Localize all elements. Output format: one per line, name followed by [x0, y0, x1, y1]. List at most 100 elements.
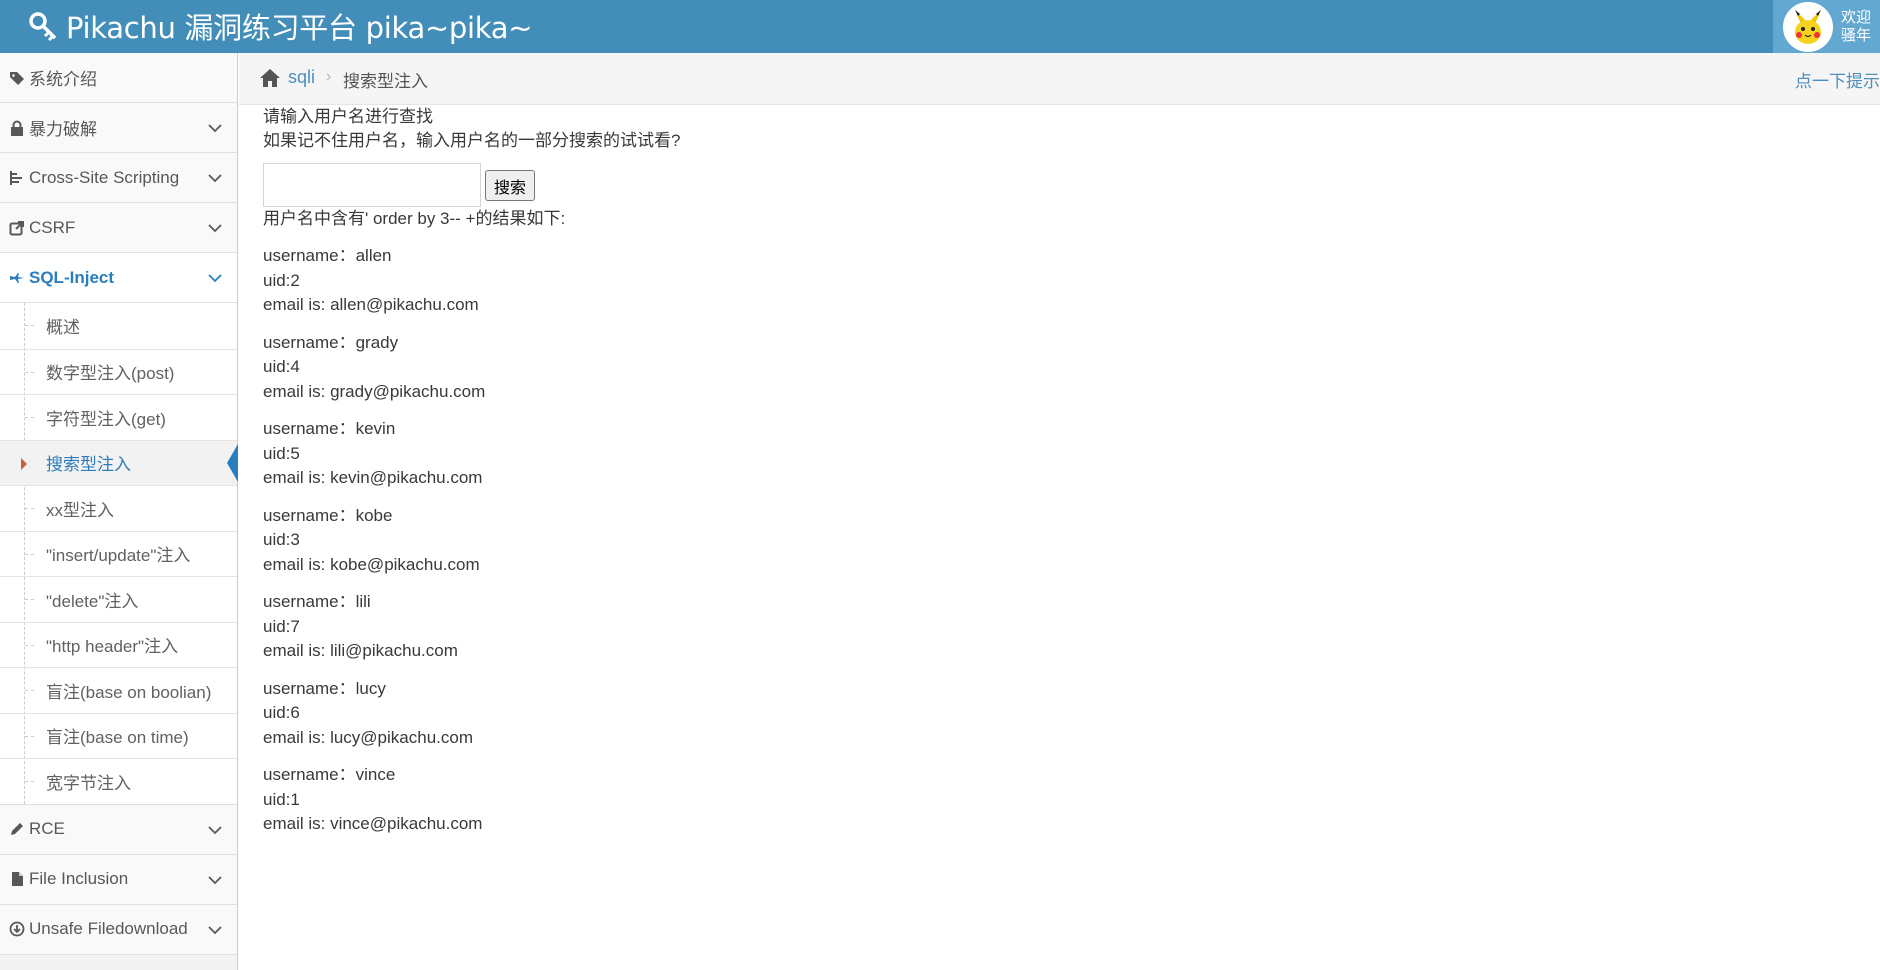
top-navbar: Pikachu 漏洞练习平台 pika~pika~ 欢迎 骚年 — [0, 0, 1880, 53]
avatar — [1783, 1, 1833, 52]
chevron-down-icon — [208, 274, 222, 283]
record-email: email is: kevin@pikachu.com — [263, 468, 483, 487]
search-form: 搜索 — [263, 163, 1863, 207]
submenu-item-search[interactable]: 搜索型注入 — [0, 439, 238, 485]
submenu-item-label: 数字型注入(post) — [46, 364, 175, 384]
prompt-text-2: 如果记不住用户名，输入用户名的一部分搜索的试试看? — [263, 131, 681, 150]
breadcrumb-link-sqli[interactable]: sqli — [288, 67, 315, 88]
record-uid: uid:1 — [263, 789, 300, 809]
sidebar-item-label: 暴力破解 — [29, 120, 97, 139]
submenu-item-label: "delete"注入 — [46, 591, 139, 611]
chevron-down-icon — [208, 925, 222, 934]
result-record: username：lucy uid:6 email is: lucy@pikac… — [263, 677, 1863, 751]
record-uid: uid:2 — [263, 270, 300, 290]
record-email: email is: allen@pikachu.com — [263, 295, 479, 314]
sidebar-item-label: CSRF — [29, 217, 76, 237]
home-icon[interactable] — [259, 68, 281, 88]
pikachu-avatar-icon — [1785, 3, 1831, 50]
submenu-item-http-header[interactable]: "http header"注入 — [0, 621, 237, 668]
record-email: email is: vince@pikachu.com — [263, 814, 483, 833]
record-username: username：allen — [263, 246, 392, 265]
submenu-item-xx[interactable]: xx型注入 — [0, 485, 237, 531]
sidebar-item-label: Cross-Site Scripting — [29, 167, 180, 187]
sidebar-item-rce[interactable]: RCE — [0, 804, 237, 855]
record-uid: uid:3 — [263, 530, 300, 549]
sidebar-item-intro[interactable]: 系统介绍 — [0, 53, 237, 103]
sidebar-item-label: Unsafe Filedownload — [29, 919, 188, 938]
result-record: username：lili uid:7 email is: lili@pikac… — [263, 590, 1863, 664]
submenu-item-label: xx型注入 — [46, 500, 114, 520]
main-content: 请输入用户名进行查找 如果记不住用户名，输入用户名的一部分搜索的试试看? 搜索 … — [263, 105, 1863, 837]
download-icon — [9, 921, 25, 937]
brand-title: Pikachu 漏洞练习平台 pika~pika~ — [66, 11, 533, 45]
search-button[interactable]: 搜索 — [485, 170, 536, 201]
result-record: username：kevin uid:5 email is: kevin@pik… — [263, 417, 1863, 491]
search-input[interactable] — [263, 163, 481, 207]
record-username: username：vince — [263, 765, 396, 784]
caret-right-icon — [21, 457, 27, 470]
record-email: email is: kobe@pikachu.com — [263, 554, 480, 574]
username-text: 骚年 — [1841, 26, 1872, 44]
submenu-item-numeric-post[interactable]: 数字型注入(post) — [0, 348, 237, 395]
sidebar-item-file-inclusion[interactable]: File Inclusion — [0, 854, 237, 905]
active-pointer-icon — [227, 443, 238, 482]
record-uid: uid:4 — [263, 357, 300, 376]
sidebar-item-label: 系统介绍 — [29, 70, 97, 89]
sidebar-item-label: RCE — [29, 819, 65, 838]
sidebar: 系统介绍 暴力破解 Cross-Site Scripting CSRF SQL-… — [0, 53, 238, 970]
hint-link[interactable]: 点一下提示~ — [1795, 67, 1880, 92]
record-username: username：kevin — [263, 419, 396, 438]
submenu-item-label: 宽字节注入 — [46, 773, 131, 793]
submenu-item-label: "http header"注入 — [46, 637, 179, 657]
lock-icon — [11, 120, 23, 136]
chevron-down-icon — [208, 124, 222, 133]
sidebar-item-label: SQL-Inject — [29, 267, 115, 287]
sidebar-item-brute-force[interactable]: 暴力破解 — [0, 103, 237, 153]
submenu-item-label: 概述 — [46, 318, 80, 338]
submenu-item-wide-byte[interactable]: 宽字节注入 — [0, 758, 237, 804]
breadcrumb-separator-icon: › — [326, 68, 332, 85]
submenu-item-string-get[interactable]: 字符型注入(get) — [0, 394, 237, 440]
submenu-item-label: 搜索型注入 — [46, 455, 131, 475]
welcome-text: 欢迎 — [1841, 8, 1872, 26]
submenu-item-label: "insert/update"注入 — [46, 546, 191, 566]
submenu-item-insert-update[interactable]: "insert/update"注入 — [0, 530, 237, 577]
share-icon — [9, 220, 24, 235]
pencil-icon — [11, 823, 23, 835]
tags-icon — [10, 71, 24, 85]
record-username: username：kobe — [263, 505, 393, 525]
record-uid: uid:7 — [263, 616, 300, 636]
record-email: email is: lili@pikachu.com — [263, 641, 458, 660]
fighter-jet-icon — [10, 272, 24, 283]
record-uid: uid:5 — [263, 443, 300, 463]
list-tree-icon — [10, 170, 22, 185]
record-email: email is: lucy@pikachu.com — [263, 727, 473, 747]
chevron-down-icon — [208, 174, 222, 183]
sidebar-item-unsafe-filedownload[interactable]: Unsafe Filedownload — [0, 904, 237, 955]
result-record: username：kobe uid:3 email is: kobe@pikac… — [263, 504, 1863, 578]
result-record: username：grady uid:4 email is: grady@pik… — [263, 331, 1863, 405]
breadcrumb-current: 搜索型注入 — [343, 72, 428, 91]
submenu-item-label: 盲注(base on boolian) — [46, 682, 212, 702]
record-uid: uid:6 — [263, 703, 300, 722]
user-menu[interactable]: 欢迎 骚年 — [1773, 0, 1880, 53]
result-record: username：allen uid:2 email is: allen@pik… — [263, 244, 1863, 318]
brand[interactable]: Pikachu 漏洞练习平台 pika~pika~ — [28, 8, 533, 45]
sidebar-item-label: File Inclusion — [29, 869, 129, 888]
sidebar-item-xss[interactable]: Cross-Site Scripting — [0, 153, 237, 203]
file-icon — [12, 872, 23, 886]
chevron-down-icon — [208, 224, 222, 233]
submenu-item-blind-time[interactable]: 盲注(base on time) — [0, 712, 237, 759]
prompt-text-1: 请输入用户名进行查找 — [263, 107, 433, 126]
record-email: email is: grady@pikachu.com — [263, 381, 486, 401]
chevron-down-icon — [208, 825, 222, 834]
record-username: username：lucy — [263, 678, 386, 698]
breadcrumb: sqli › 搜索型注入 点一下提示~ — [239, 53, 1880, 105]
sidebar-item-sql-inject[interactable]: SQL-Inject — [0, 253, 237, 303]
submenu-item-overview[interactable]: 概述 — [0, 303, 237, 349]
sidebar-item-csrf[interactable]: CSRF — [0, 203, 237, 253]
submenu-item-blind-boolean[interactable]: 盲注(base on boolian) — [0, 667, 237, 713]
sql-inject-submenu: 概述 数字型注入(post) 字符型注入(get) 搜索型注入 xx型注入 "i… — [0, 303, 238, 805]
submenu-item-delete[interactable]: "delete"注入 — [0, 576, 237, 622]
record-username: username：lili — [263, 592, 371, 611]
